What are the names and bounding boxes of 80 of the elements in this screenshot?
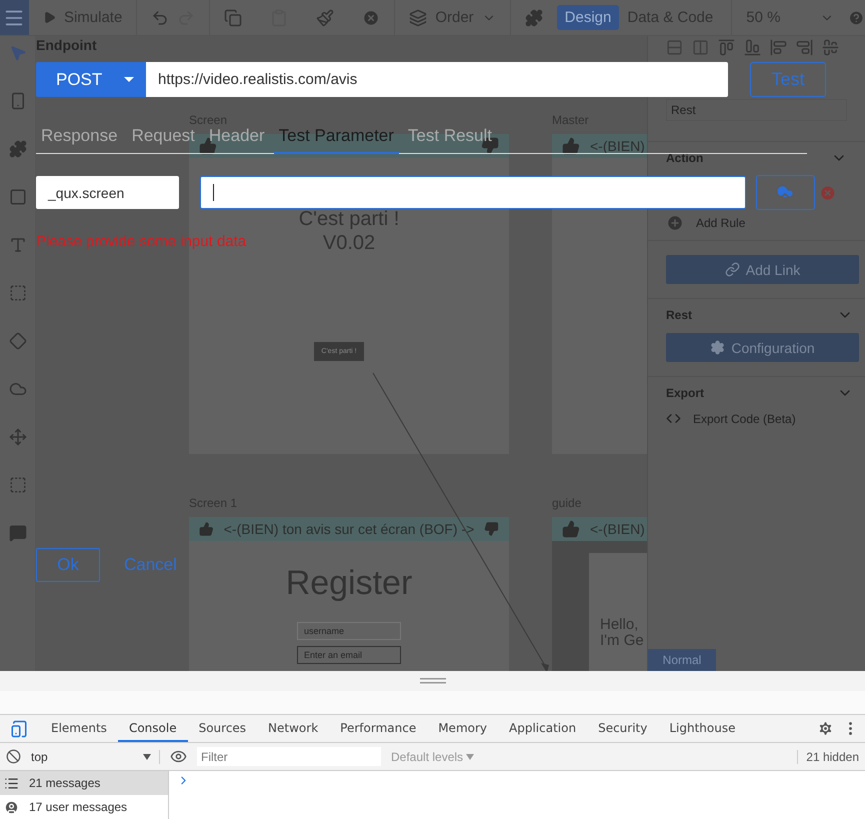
- type-field[interactable]: Rest: [666, 99, 847, 121]
- rectangle-icon[interactable]: [8, 188, 26, 206]
- devtools-tab[interactable]: Sources: [188, 715, 258, 742]
- align-middle-icon[interactable]: [822, 39, 839, 56]
- banner-text: <-(BIEN): [590, 138, 646, 154]
- upload-button[interactable]: [756, 175, 815, 210]
- dialog-tab[interactable]: Test Result: [402, 126, 498, 154]
- settings-icon[interactable]: [817, 720, 834, 737]
- thumbs-down-icon: [484, 520, 499, 538]
- banner-text: <-(BIEN) ton avis sur cet écran (BOF) ->: [224, 521, 474, 537]
- columns-icon[interactable]: [692, 39, 709, 56]
- comment-icon[interactable]: [8, 524, 26, 542]
- parameter-name-field[interactable]: _qux.screen: [36, 176, 180, 209]
- url-field[interactable]: https://video.realistis.com/avis: [146, 62, 728, 97]
- thumbs-up-icon: [199, 520, 214, 538]
- puzzle-icon[interactable]: [8, 140, 26, 158]
- play-icon: [42, 11, 56, 24]
- copy-icon[interactable]: [224, 8, 242, 26]
- dialog-tab[interactable]: Test Parameter: [274, 126, 399, 154]
- dialog-tab[interactable]: Request: [126, 126, 200, 154]
- devtools-tab[interactable]: Performance: [329, 715, 428, 742]
- pointer-icon[interactable]: [8, 44, 26, 62]
- devtools-tab[interactable]: Security: [587, 715, 658, 742]
- text-icon[interactable]: [8, 236, 26, 254]
- error-message: Please provide some input data: [36, 233, 246, 250]
- resize-handle-icon[interactable]: [420, 678, 446, 684]
- hidden-count: 21 hidden: [797, 750, 859, 764]
- caret-icon: [143, 754, 151, 760]
- plus-icon: [666, 214, 684, 232]
- user-icon: [4, 800, 19, 814]
- thumbs-up-icon: [562, 137, 580, 155]
- message-filter-item[interactable]: 21 messages: [0, 771, 168, 795]
- section-title: Action: [666, 151, 704, 165]
- dialog-tab[interactable]: Header: [204, 126, 270, 154]
- align-bottom-icon[interactable]: [744, 39, 761, 56]
- align-left-icon[interactable]: [770, 39, 787, 56]
- message-filter-item[interactable]: 17 user messages: [0, 795, 168, 819]
- devtools-tab[interactable]: Memory: [427, 715, 498, 742]
- mode-tab[interactable]: Design: [556, 5, 620, 30]
- dialog-tab[interactable]: Response: [36, 126, 123, 154]
- cloud-icon[interactable]: [8, 380, 26, 398]
- move-icon[interactable]: [8, 428, 26, 446]
- devtools-tab[interactable]: Lighthouse: [658, 715, 746, 742]
- levels-dropdown[interactable]: Default levels: [391, 750, 474, 764]
- add-rule-button[interactable]: Add Rule: [666, 214, 847, 232]
- banner-text: <-(BIEN): [590, 521, 646, 537]
- devtools-tab[interactable]: Elements: [40, 715, 118, 742]
- dotted-box-icon[interactable]: [8, 284, 26, 302]
- device-toggle-icon[interactable]: [10, 720, 28, 738]
- devtools-tab[interactable]: Network: [257, 715, 330, 742]
- align-right-icon[interactable]: [796, 39, 813, 56]
- caret-icon: [124, 76, 134, 82]
- context-dropdown[interactable]: top: [31, 750, 160, 764]
- undo-icon[interactable]: [151, 8, 170, 26]
- code-icon: [666, 411, 681, 426]
- link-icon: [724, 262, 740, 277]
- diamond-icon[interactable]: [8, 332, 26, 350]
- section-title: Rest: [666, 308, 692, 322]
- add-link-button[interactable]: Add Link: [666, 255, 859, 284]
- list-icon: [4, 776, 19, 790]
- selection-icon[interactable]: [8, 476, 26, 494]
- paint-roller-icon[interactable]: [316, 8, 334, 26]
- puzzle-icon[interactable]: [524, 8, 543, 26]
- parameter-value-field[interactable]: [200, 176, 746, 209]
- eye-icon[interactable]: [170, 748, 187, 765]
- caret-icon: [466, 754, 474, 760]
- method-dropdown[interactable]: POST: [36, 62, 146, 97]
- thumbs-up-icon: [562, 520, 580, 538]
- section-title: Export: [666, 386, 704, 400]
- align-top-icon[interactable]: [718, 39, 735, 56]
- gear-icon: [710, 340, 726, 355]
- rows-icon[interactable]: [666, 39, 683, 56]
- filter-field[interactable]: Filter: [197, 747, 381, 766]
- configuration-button[interactable]: Configuration: [666, 333, 859, 362]
- clear-console-icon[interactable]: [6, 749, 21, 764]
- layers-icon: [409, 8, 428, 26]
- normal-tab[interactable]: Normal: [648, 649, 716, 671]
- devtools-tab[interactable]: Application: [498, 715, 588, 742]
- export-code-link[interactable]: Export Code (Beta): [666, 411, 853, 426]
- cancel-icon[interactable]: [362, 8, 380, 26]
